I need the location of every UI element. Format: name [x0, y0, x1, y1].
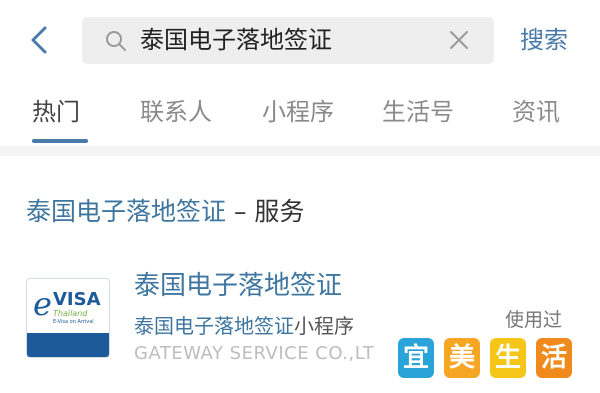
logo-e-letter: e	[33, 285, 52, 323]
used-badge: 使用过	[505, 309, 563, 331]
result-type-label: 小程序	[294, 314, 354, 338]
logo-subtitle: Thailand	[53, 309, 88, 318]
search-header: 泰国电子落地签证 搜索	[0, 0, 600, 84]
watermark-char: 美	[444, 338, 480, 378]
section-title-separator: –	[233, 197, 247, 226]
watermark-logo: 宜 美 生 活	[398, 338, 578, 382]
divider	[0, 146, 600, 156]
active-tab-indicator	[32, 139, 88, 143]
logo-visa-text: VISA	[53, 289, 101, 310]
logo-tagline: E-Visa on Arrival	[53, 319, 94, 325]
watermark-char: 宜	[398, 338, 434, 378]
search-tabs: 热门 联系人 小程序 生活号 资讯	[0, 84, 600, 146]
tab-hot[interactable]: 热门	[32, 94, 80, 130]
clear-icon[interactable]	[448, 29, 470, 51]
tab-life-accounts[interactable]: 生活号	[382, 94, 454, 130]
watermark-char: 活	[536, 338, 572, 378]
back-button[interactable]	[22, 22, 56, 58]
result-subtitle[interactable]: 泰国电子落地签证小程序	[134, 312, 354, 340]
tab-news[interactable]: 资讯	[512, 94, 560, 130]
watermark-char: 生	[490, 338, 526, 378]
result-title[interactable]: 泰国电子落地签证	[134, 268, 342, 304]
section-title-label: 服务	[254, 197, 305, 226]
section-title: 泰国电子落地签证 – 服务	[26, 194, 304, 230]
search-query-text[interactable]: 泰国电子落地签证	[140, 25, 332, 55]
logo-footer-strip: GW	[27, 333, 109, 357]
search-input[interactable]: 泰国电子落地签证	[82, 17, 494, 64]
tab-contacts[interactable]: 联系人	[140, 94, 212, 130]
search-button[interactable]: 搜索	[520, 23, 568, 57]
app-logo[interactable]: e VISA Thailand E-Visa on Arrival GW	[26, 278, 110, 358]
result-name-highlight: 泰国电子落地签证	[134, 314, 294, 338]
chevron-left-icon	[31, 26, 47, 54]
search-icon	[106, 31, 126, 51]
tab-mini-programs[interactable]: 小程序	[262, 94, 334, 130]
result-company: GATEWAY SERVICE CO.,LT	[134, 343, 375, 364]
section-title-query: 泰国电子落地签证	[26, 197, 227, 226]
